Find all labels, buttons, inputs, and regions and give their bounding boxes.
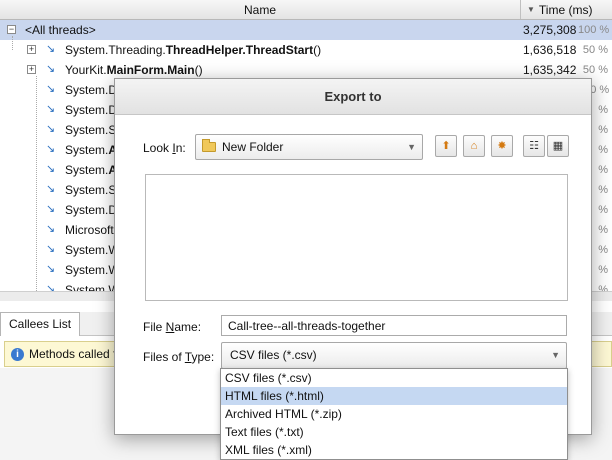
file-name-label: File Name: xyxy=(143,320,202,334)
row-time: 1,635,342 xyxy=(523,63,577,77)
file-type-option[interactable]: HTML files (*.html) xyxy=(221,387,567,405)
list-view-button[interactable]: ☷ xyxy=(523,135,545,157)
row-percent: 100 % xyxy=(578,24,610,36)
table-row[interactable]: + ↘ YourKit.MainForm.Main() 1,635,342 50… xyxy=(0,60,612,80)
method-icon: ↘ xyxy=(45,103,56,115)
row-percent: 50 % xyxy=(582,64,608,76)
collapse-icon[interactable]: − xyxy=(7,25,16,34)
dialog-title: Export to xyxy=(115,79,591,115)
row-label: System.A xyxy=(65,143,118,157)
file-list[interactable] xyxy=(145,174,568,301)
thread-method-icon: ↘ xyxy=(45,43,56,55)
tab-callees-list[interactable]: Callees List xyxy=(0,312,81,336)
file-type-option[interactable]: Archived HTML (*.zip) xyxy=(221,405,567,423)
look-in-label: Look In: xyxy=(143,141,186,155)
files-of-type-value: CSV files (*.csv) xyxy=(230,348,317,362)
row-label: YourKit.MainForm.Main() xyxy=(65,63,203,77)
files-of-type-combo[interactable]: CSV files (*.csv) ▼ xyxy=(221,342,567,369)
row-label: System.D xyxy=(65,83,118,97)
tree-guide-line xyxy=(36,76,37,291)
method-icon: ↘ xyxy=(45,243,56,255)
sort-desc-icon: ▼ xyxy=(527,4,535,14)
method-icon: ↘ xyxy=(45,63,56,75)
method-icon: ↘ xyxy=(45,143,56,155)
method-icon: ↘ xyxy=(45,263,56,275)
row-label: System.D xyxy=(65,103,118,117)
look-in-value: New Folder xyxy=(222,140,284,154)
time-column-label: Time (ms) xyxy=(538,2,593,17)
list-view-icon: ☷ xyxy=(529,140,539,152)
up-folder-button[interactable]: ⬆ xyxy=(435,135,457,157)
expand-icon[interactable]: + xyxy=(27,65,36,74)
tree-guide-line xyxy=(12,36,13,50)
row-label: Microsoft xyxy=(65,223,114,237)
folder-icon xyxy=(202,139,216,152)
home-icon: ⌂ xyxy=(470,140,478,152)
row-label: System.W xyxy=(65,243,120,257)
home-button[interactable]: ⌂ xyxy=(463,135,485,157)
row-label: <All threads> xyxy=(25,23,96,37)
time-column-header[interactable]: ▼ Time (ms) xyxy=(521,0,612,19)
method-icon: ↘ xyxy=(45,203,56,215)
row-label: System.D xyxy=(65,203,118,217)
new-folder-icon: ✸ xyxy=(497,140,507,152)
row-label: System.A xyxy=(65,163,118,177)
look-in-combo[interactable]: New Folder ▼ xyxy=(195,134,423,160)
method-icon: ↘ xyxy=(45,123,56,135)
details-view-icon: ▦ xyxy=(552,140,564,152)
row-time: 3,275,308 xyxy=(523,23,577,37)
up-folder-icon: ⬆ xyxy=(441,140,451,152)
chevron-down-icon: ▼ xyxy=(551,350,560,360)
files-of-type-label: Files of Type: xyxy=(143,350,215,364)
new-folder-button[interactable]: ✸ xyxy=(491,135,513,157)
file-type-option[interactable]: CSV files (*.csv) xyxy=(221,369,567,387)
table-row[interactable]: − <All threads> 3,275,308 100 % xyxy=(0,20,612,40)
row-label: System.Threading.ThreadHelper.ThreadStar… xyxy=(65,43,322,57)
method-icon: ↘ xyxy=(45,223,56,235)
info-icon: i xyxy=(11,348,24,361)
method-icon: ↘ xyxy=(45,163,56,175)
file-type-dropdown: CSV files (*.csv) HTML files (*.html) Ar… xyxy=(220,368,568,460)
method-icon: ↘ xyxy=(45,83,56,95)
call-tree-header: Name ▼ Time (ms) xyxy=(0,0,612,20)
details-view-button[interactable]: ▦ xyxy=(547,135,569,157)
table-row[interactable]: + ↘ System.Threading.ThreadHelper.Thread… xyxy=(0,40,612,60)
file-type-option[interactable]: Text files (*.txt) xyxy=(221,423,567,441)
file-name-field[interactable] xyxy=(221,315,567,336)
row-percent: 50 % xyxy=(582,44,608,56)
info-text: Methods called f xyxy=(29,347,117,361)
name-column-header[interactable]: Name xyxy=(0,0,521,19)
expand-icon[interactable]: + xyxy=(27,45,36,54)
file-type-option[interactable]: XML files (*.xml) xyxy=(221,441,567,459)
chevron-down-icon: ▼ xyxy=(407,142,416,152)
row-label: System.W xyxy=(65,263,120,277)
row-time: 1,636,518 xyxy=(523,43,577,57)
method-icon: ↘ xyxy=(45,183,56,195)
